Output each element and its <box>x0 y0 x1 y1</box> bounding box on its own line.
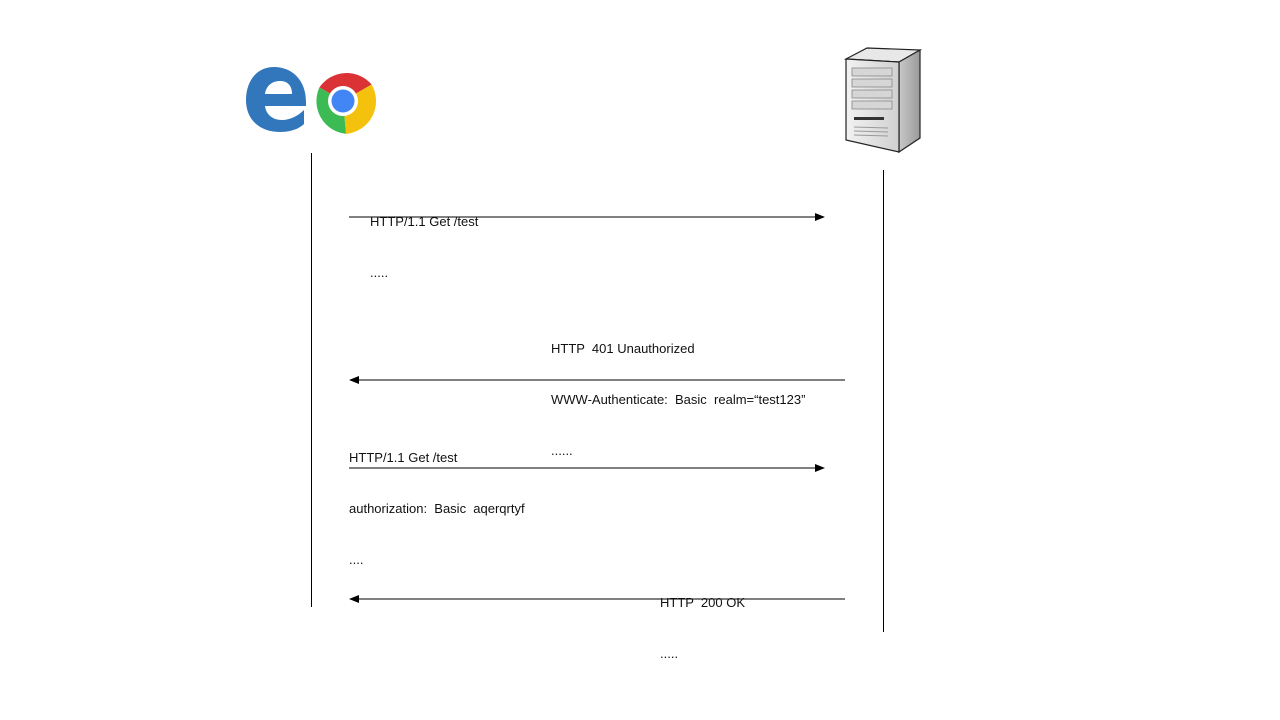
message-label-4: HTTP 200 OK ..... <box>660 560 745 696</box>
message-line: HTTP 200 OK <box>660 595 746 610</box>
message-label-1: HTTP/1.1 Get /test ..... <box>370 179 478 315</box>
message-line: HTTP/1.1 Get /test <box>370 214 479 229</box>
message-line: ...... <box>551 443 573 458</box>
message-line: ..... <box>660 646 679 661</box>
message-line: .... <box>349 552 364 567</box>
message-line: authorization: Basic aqerqrtyf <box>349 501 525 516</box>
message-line: WWW-Authenticate: Basic realm=“test123” <box>551 392 806 407</box>
message-label-3: HTTP/1.1 Get /test authorization: Basic … <box>349 415 525 602</box>
message-line: HTTP 401 Unauthorized <box>551 341 695 356</box>
message-label-2: HTTP 401 Unauthorized WWW-Authenticate: … <box>551 306 805 493</box>
message-line: HTTP/1.1 Get /test <box>349 450 458 465</box>
sequence-diagram: HTTP/1.1 Get /test ..... HTTP 401 Unauth… <box>0 0 1280 720</box>
message-line: ..... <box>370 265 389 280</box>
